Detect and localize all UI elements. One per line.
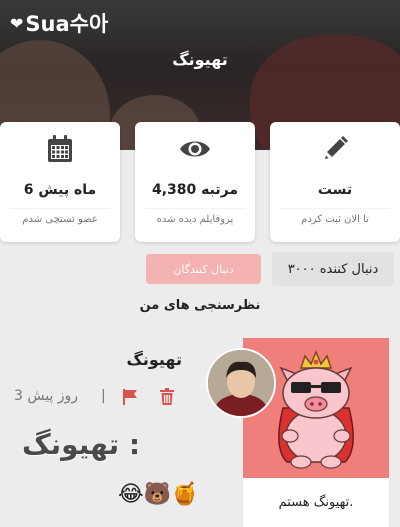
pencil-icon	[270, 134, 400, 164]
followers-button[interactable]: دنبال کنندگان	[146, 254, 261, 284]
calendar-icon	[0, 134, 120, 164]
section-title: نظرسنجی های من	[139, 298, 261, 313]
post-emojis: 😂🐻🍯	[118, 482, 199, 507]
logo-text: Sua수아	[25, 12, 109, 36]
avatar[interactable]	[206, 348, 276, 418]
stat-caption: تا الان ثبت کردم	[301, 214, 369, 225]
app-logo[interactable]: ❤ Sua수아	[10, 8, 108, 38]
post-time: 3 روز پیش	[14, 388, 79, 404]
avatar-photo	[208, 350, 274, 416]
stat-card-views: 4,380 مرتبه پروفایلم دیده شده	[135, 122, 255, 242]
profile-name: تهیونگ	[172, 50, 228, 69]
stat-card-joined: 6 ماه پیش عضو تستچی شدم	[0, 122, 120, 242]
stat-value: 4,380 مرتبه	[151, 182, 238, 198]
stat-value: تست	[317, 182, 353, 198]
stat-card-tests: تست تا الان ثبت کردم	[270, 122, 400, 242]
stat-value: 6 ماه پیش	[23, 182, 97, 198]
divider	[10, 208, 110, 209]
delete-trash-icon[interactable]	[159, 388, 175, 410]
divider	[280, 208, 390, 209]
post-username[interactable]: تهیونگ	[112, 350, 182, 369]
divider	[145, 208, 245, 209]
eye-icon	[135, 134, 255, 164]
report-flag-icon[interactable]	[121, 388, 139, 410]
post-caption: تهیونگ هستم.	[243, 478, 389, 527]
followers-count[interactable]: ۳۰۰۰ دنبال کننده	[272, 252, 394, 286]
meta-separator: |	[101, 388, 106, 404]
stat-caption: پروفایلم دیده شده	[156, 214, 234, 225]
stat-caption: عضو تستچی شدم	[22, 214, 98, 225]
post-body-text: تهیونگ :	[22, 428, 141, 461]
heart-icon: ❤	[10, 13, 24, 33]
